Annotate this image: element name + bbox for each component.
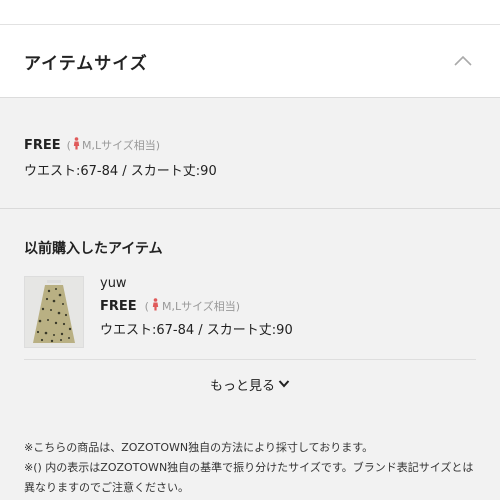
note-line: ※() 内の表示はZOZOTOWN独自の基準で振り分けたサイズです。ブランド表記… [24,461,474,494]
item-note-text: M,Lサイズ相当) [161,300,241,313]
person-icon [152,298,159,314]
size-notes: ※こちらの商品は、ZOZOTOWN独自の方法により採寸しております。 ※() 内… [24,438,480,498]
item-thumbnail[interactable] [24,276,84,348]
note-line: ※こちらの商品は、ZOZOTOWN独自の方法により採寸しております。 [24,441,374,454]
item-size-label: FREE [100,298,137,314]
show-more-button[interactable]: もっと見る [0,375,500,394]
item-brand: yuw [100,276,127,291]
note-open-paren: ( [66,138,71,152]
item-divider [24,359,476,360]
chevron-up-icon[interactable] [452,50,474,72]
purchased-items-title: 以前購入したアイテム [24,241,163,257]
size-label: FREE [24,137,61,153]
purchased-item[interactable]: yuw FREE ( M,Lサイズ相当) ウエスト:67-84 / スカート丈:… [24,274,478,360]
item-note-open-paren: ( [144,299,149,313]
item-size-header[interactable]: アイテムサイズ [0,25,500,98]
item-size-note: ( M,Lサイズ相当) [145,298,240,314]
item-info: yuw FREE ( M,Lサイズ相当) ウエスト:67-84 / スカート丈:… [100,274,293,338]
person-icon [73,137,80,153]
item-size-row: FREE ( M,Lサイズ相当) [100,296,293,316]
size-measurement: ウエスト:67-84 / スカート丈:90 [24,164,217,179]
section-divider [0,208,500,209]
item-measurement: ウエスト:67-84 / スカート丈:90 [100,323,293,338]
show-more-label: もっと見る [209,379,275,394]
note-text: M,Lサイズ相当) [81,139,161,152]
item-size-title: アイテムサイズ [24,53,148,74]
chevron-down-icon [278,377,290,392]
size-info: FREE ( M,Lサイズ相当) ウエスト:67-84 / スカート丈:90 [24,135,217,179]
top-strip [0,0,500,25]
size-equivalent-note: ( M,Lサイズ相当) [67,137,160,153]
